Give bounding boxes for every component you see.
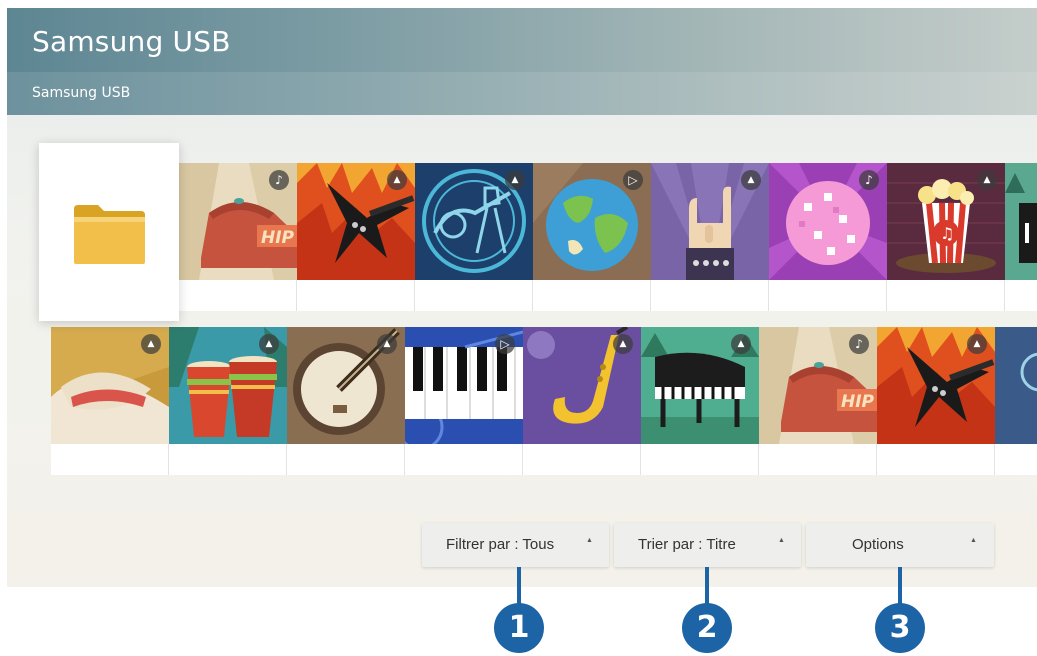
photo-type-icon: ▲: [967, 334, 987, 354]
tile-caption: [523, 444, 641, 475]
sort-button[interactable]: Trier par : Titre ▲: [614, 523, 801, 567]
media-tile[interactable]: ▷: [405, 327, 523, 475]
tile-caption: [759, 444, 877, 475]
tile-caption: [287, 444, 405, 475]
options-label: Options: [852, 536, 904, 553]
photo-type-icon: ▲: [505, 170, 525, 190]
music-type-icon: ♪: [849, 334, 869, 354]
photo-type-icon: ▲: [387, 170, 407, 190]
breadcrumb[interactable]: Samsung USB: [32, 85, 130, 101]
tile-caption: [1005, 280, 1037, 311]
media-tile[interactable]: ▷: [533, 163, 651, 311]
folder-tile[interactable]: [39, 143, 179, 321]
tile-caption: [297, 280, 415, 311]
callout-number-3: 3: [875, 603, 925, 653]
sort-label: Trier par : Titre: [638, 536, 736, 553]
tile-caption: [769, 280, 887, 311]
photo-type-icon: ▲: [141, 334, 161, 354]
svg-text:♫: ♫: [940, 224, 954, 243]
tile-caption: [405, 444, 523, 475]
tile-caption: [651, 280, 769, 311]
svg-text:HIP: HIP: [841, 392, 875, 412]
content-row-2: ▲ ▲ ▲ ▷ ▲ ▲ HIP ♪ ▲: [51, 327, 1037, 475]
music-type-icon: ♪: [859, 170, 879, 190]
media-tile[interactable]: ▲: [415, 163, 533, 311]
callout-number-2: 2: [682, 603, 732, 653]
thumbnail-partial-circle: [995, 327, 1037, 444]
video-type-icon: ▷: [623, 170, 643, 190]
tile-caption: [887, 280, 1005, 311]
content-row-1: HIP ♪ ▲ ▲ ▷ ▲ ♪ ♫ ▲: [179, 163, 1037, 311]
header: Samsung USB Samsung USB: [7, 8, 1037, 115]
media-tile[interactable]: ▲: [641, 327, 759, 475]
tv-screen: Samsung USB Samsung USB HIP ♪ ▲ ▲ ▷ ▲ ♪ ♫ ▲ ▲ ▲ ▲ ▷…: [7, 8, 1037, 587]
tile-caption: [877, 444, 995, 475]
media-tile[interactable]: ▲: [51, 327, 169, 475]
filter-button[interactable]: Filtrer par : Tous ▲: [422, 523, 609, 567]
options-button[interactable]: Options ▲: [806, 523, 994, 567]
media-tile[interactable]: HIP ♪: [179, 163, 297, 311]
callout-number-1: 1: [494, 603, 544, 653]
tile-caption: [533, 280, 651, 311]
caret-up-icon: ▲: [970, 537, 977, 544]
media-tile[interactable]: [1005, 163, 1037, 311]
photo-type-icon: ▲: [741, 170, 761, 190]
folder-icon: [74, 205, 145, 264]
app-title: Samsung USB: [32, 25, 231, 58]
tile-caption: [641, 444, 759, 475]
media-tile[interactable]: ▲: [651, 163, 769, 311]
media-tile[interactable]: ▲: [287, 327, 405, 475]
media-tile[interactable]: ▲: [169, 327, 287, 475]
tile-caption: [179, 280, 297, 311]
thumbnail-piano-partial: [1005, 163, 1037, 280]
filter-label: Filtrer par : Tous: [446, 536, 555, 553]
tile-caption: [51, 444, 169, 475]
tile-caption: [169, 444, 287, 475]
music-type-icon: ♪: [269, 170, 289, 190]
caret-up-icon: ▲: [586, 537, 593, 544]
video-type-icon: ▷: [495, 334, 515, 354]
media-tile[interactable]: HIP ♪: [759, 327, 877, 475]
media-tile[interactable]: ▲: [297, 163, 415, 311]
photo-type-icon: ▲: [977, 170, 997, 190]
tile-caption: [995, 444, 1037, 475]
media-tile[interactable]: ▲: [523, 327, 641, 475]
header-sub-band: [7, 72, 1037, 115]
media-tile[interactable]: [995, 327, 1037, 475]
media-tile[interactable]: ▲: [877, 327, 995, 475]
photo-type-icon: ▲: [613, 334, 633, 354]
media-tile[interactable]: ♫ ▲: [887, 163, 1005, 311]
caret-up-icon: ▲: [778, 537, 785, 544]
photo-type-icon: ▲: [731, 334, 751, 354]
photo-type-icon: ▲: [377, 334, 397, 354]
media-tile[interactable]: ♪: [769, 163, 887, 311]
photo-type-icon: ▲: [259, 334, 279, 354]
svg-text:HIP: HIP: [261, 228, 295, 248]
tile-caption: [415, 280, 533, 311]
